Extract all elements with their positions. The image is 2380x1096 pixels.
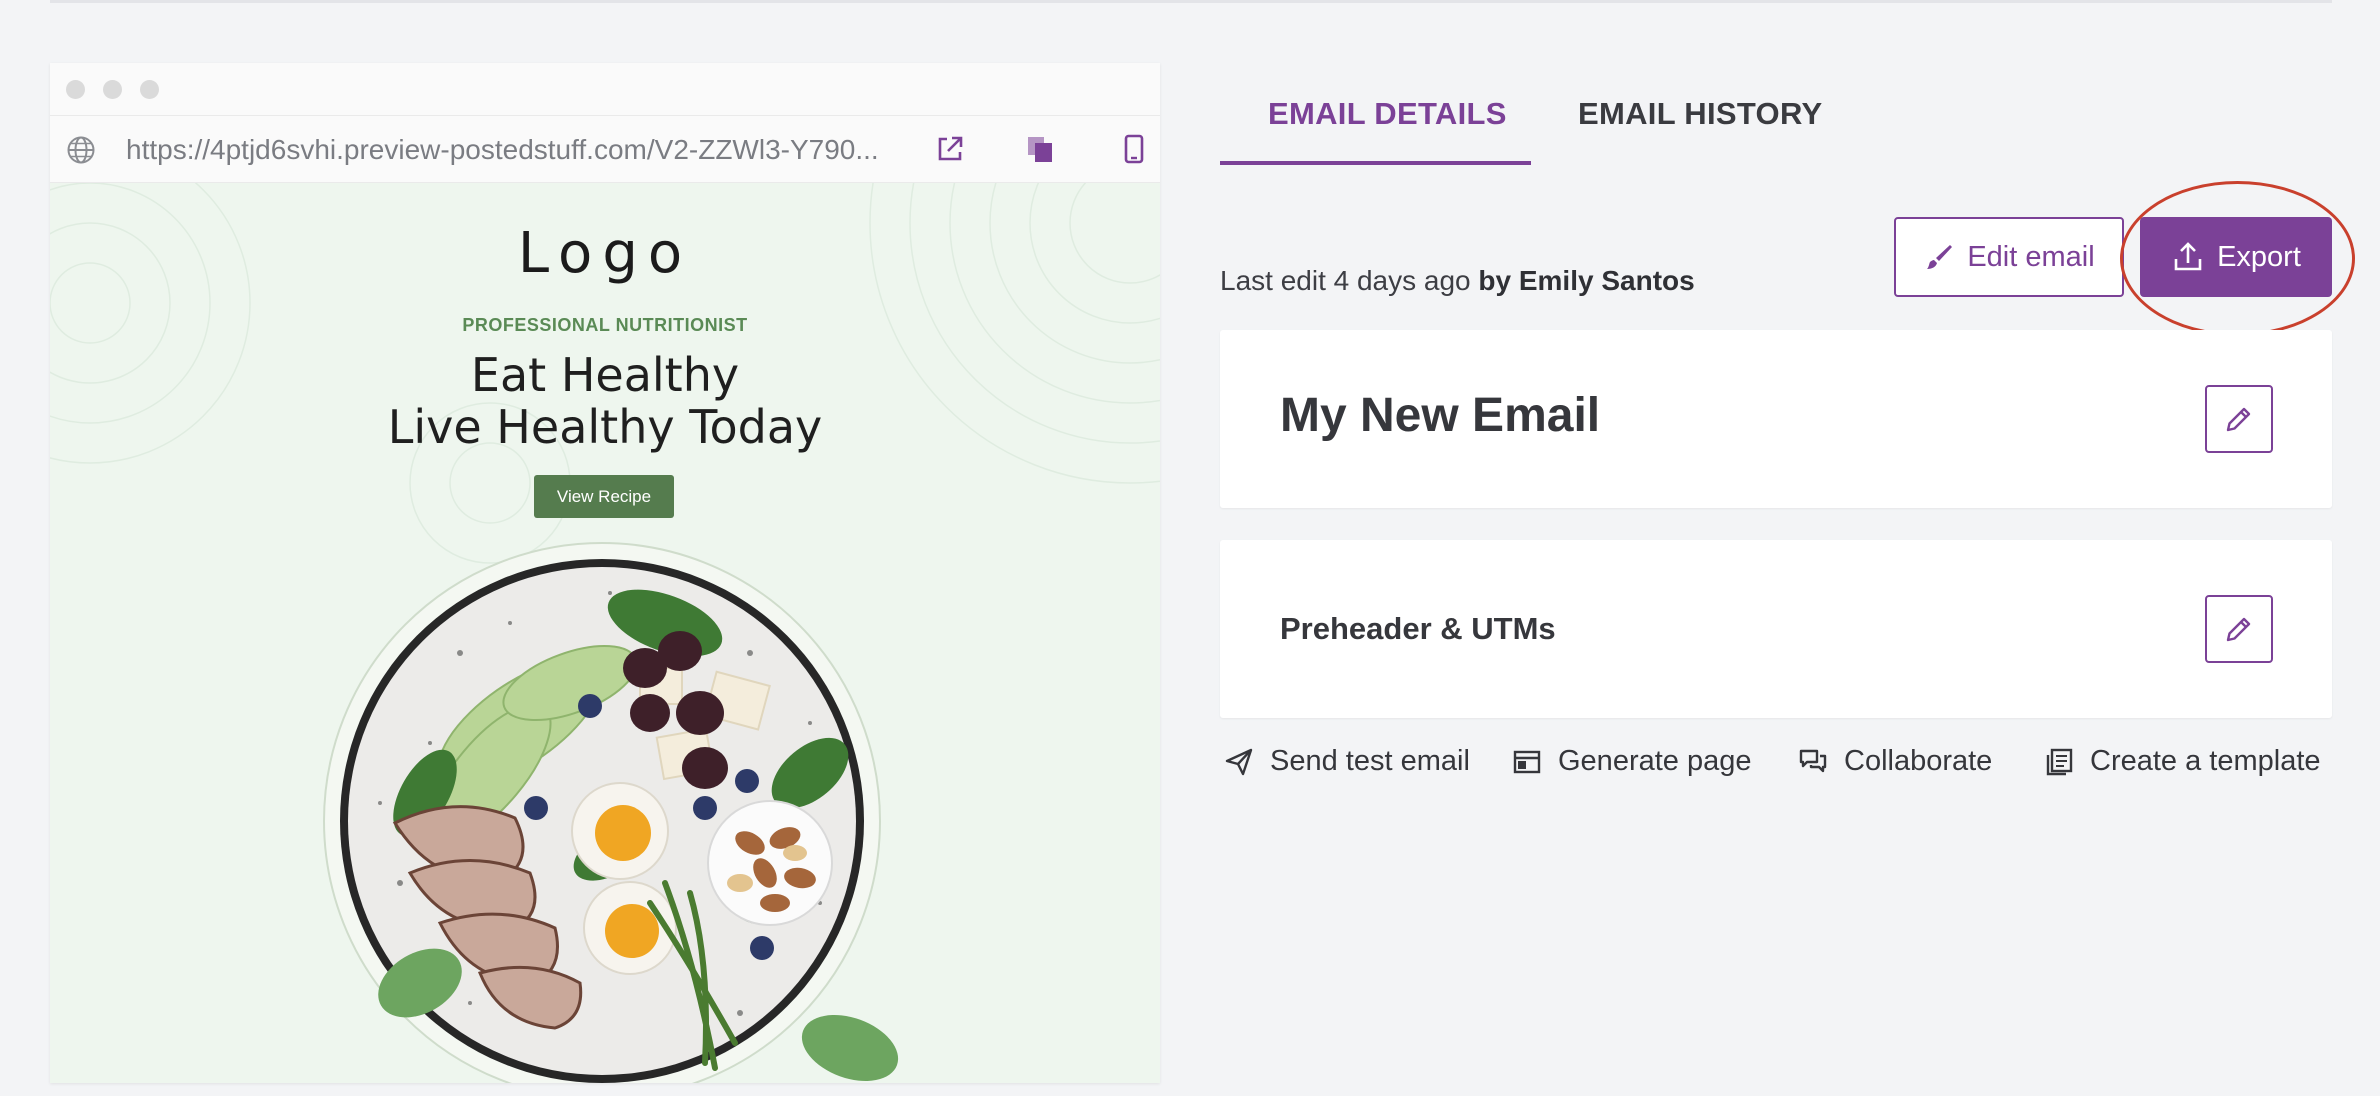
mobile-preview-icon[interactable]: [1118, 133, 1150, 165]
email-preview-window: https://4ptjd6svhi.preview-postedstuff.c…: [50, 63, 1160, 1083]
subject-card: My New Email: [1220, 330, 2332, 508]
last-edit-info: Last edit 4 days ago by Emily Santos: [1220, 265, 1695, 297]
email-content: Logo PROFESSIONAL NUTRITIONIST Eat Healt…: [50, 183, 1160, 1083]
copy-icon[interactable]: [1024, 133, 1056, 165]
create-template-action[interactable]: Create a template: [2044, 745, 2321, 778]
upload-icon: [2174, 242, 2202, 271]
preview-url[interactable]: https://4ptjd6svhi.preview-postedstuff.c…: [126, 134, 879, 166]
globe-icon: [67, 136, 95, 164]
chat-icon: [1799, 749, 1827, 772]
window-dot-minimize: [103, 80, 122, 99]
email-tabs: EMAIL DETAILS EMAIL HISTORY: [1220, 90, 2330, 165]
last-edit-author: by Emily Santos: [1478, 265, 1695, 296]
active-tab-indicator: [1220, 161, 1531, 165]
tab-email-history[interactable]: EMAIL HISTORY: [1578, 96, 1822, 132]
brush-icon: [1927, 245, 1953, 269]
email-actions: Send test email Generate page Collaborat…: [1220, 745, 2332, 785]
send-icon: [1225, 748, 1253, 775]
pencil-icon: [2226, 407, 2251, 432]
window-dot-close: [66, 80, 85, 99]
last-edit-time: Last edit 4 days ago: [1220, 265, 1471, 296]
edit-preheader-button[interactable]: [2205, 595, 2273, 663]
preview-url-bar: https://4ptjd6svhi.preview-postedstuff.c…: [50, 116, 1160, 183]
edit-name-button[interactable]: [2205, 385, 2273, 453]
edit-email-label: Edit email: [1967, 240, 2095, 273]
create-template-label: Create a template: [2090, 745, 2321, 777]
send-test-email-label: Send test email: [1270, 745, 1470, 777]
send-test-email-action[interactable]: Send test email: [1224, 745, 1470, 778]
template-icon: [2046, 748, 2073, 775]
open-external-icon[interactable]: [934, 133, 966, 165]
collaborate-label: Collaborate: [1844, 745, 1993, 777]
email-name: My New Email: [1280, 389, 1601, 442]
page-icon: [1513, 750, 1541, 773]
preheader-title: Preheader & UTMs: [1280, 611, 1556, 646]
window-dot-maximize: [140, 80, 159, 99]
edit-email-button[interactable]: Edit email: [1894, 217, 2124, 297]
export-button[interactable]: Export: [2140, 217, 2332, 297]
tab-email-details[interactable]: EMAIL DETAILS: [1268, 96, 1507, 132]
preheader-card: Preheader & UTMs: [1220, 540, 2332, 718]
pencil-icon: [2226, 617, 2251, 642]
export-label: Export: [2217, 240, 2301, 273]
collaborate-action[interactable]: Collaborate: [1798, 745, 1992, 778]
top-divider: [50, 0, 2332, 3]
salad-plate-image: [323, 542, 899, 1083]
generate-page-label: Generate page: [1558, 745, 1752, 777]
generate-page-action[interactable]: Generate page: [1512, 745, 1751, 778]
window-chrome: [50, 63, 1160, 116]
